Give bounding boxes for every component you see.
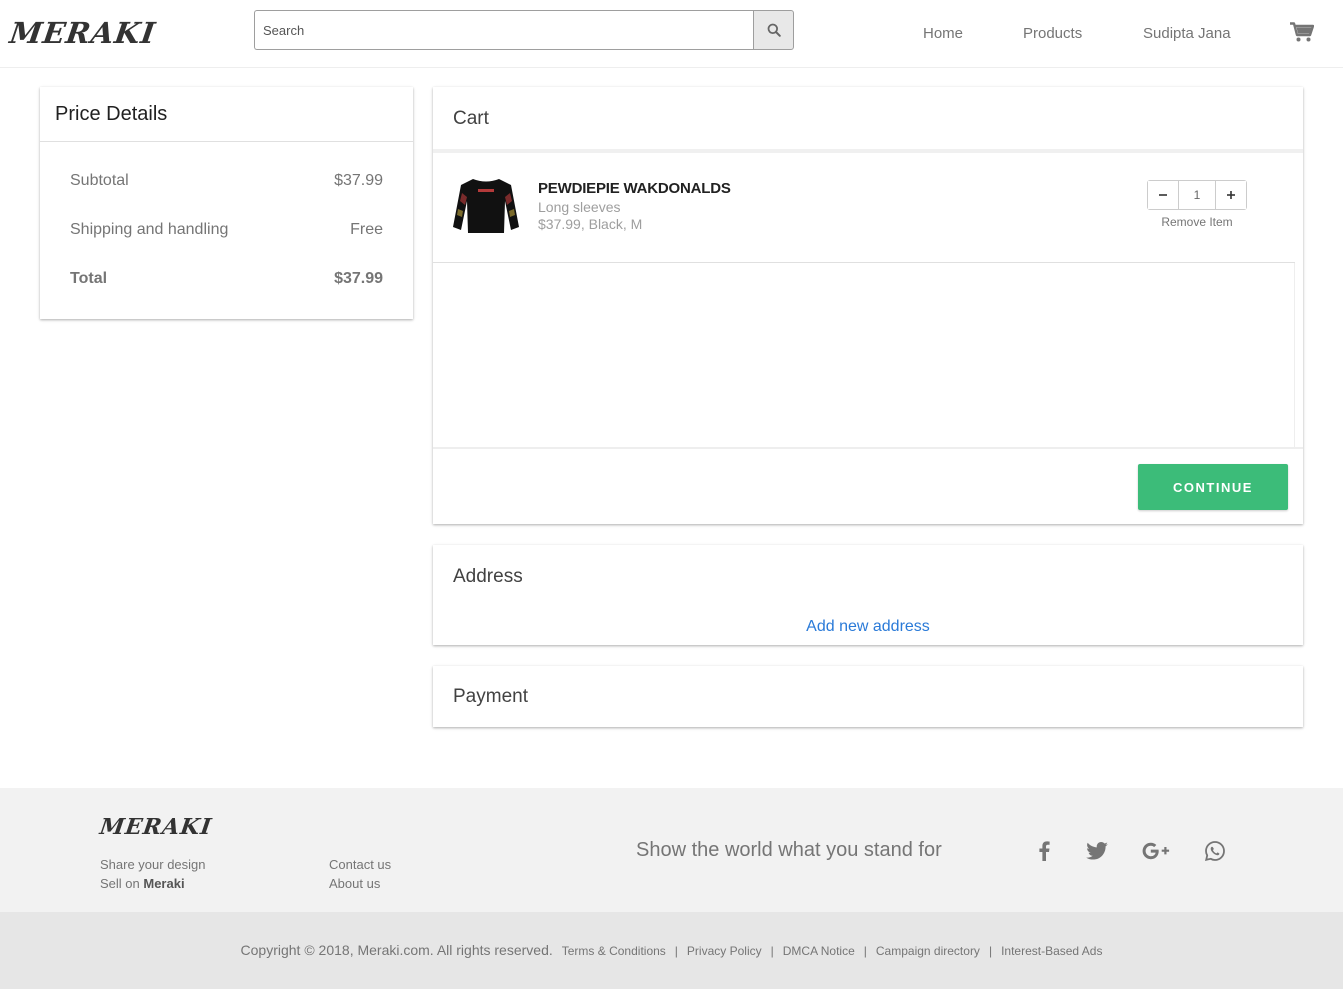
interest-based-ads-link[interactable]: Interest-Based Ads — [1001, 944, 1102, 958]
shipping-value: Free — [350, 221, 383, 238]
search-icon — [767, 23, 781, 37]
google-plus-icon[interactable] — [1141, 838, 1171, 864]
address-title: Address — [453, 566, 523, 587]
about-us-link[interactable]: About us — [329, 876, 380, 891]
dmca-notice-link[interactable]: DMCA Notice — [783, 944, 855, 958]
copyright-text: Copyright © 2018, Meraki.com. All rights… — [240, 942, 553, 958]
total-label: Total — [70, 270, 108, 287]
nav-user-link[interactable]: Sudipta Jana — [1143, 25, 1231, 42]
payment-title: Payment — [453, 686, 528, 707]
quantity-stepper: 1 — [1147, 180, 1247, 210]
link-separator: | — [674, 944, 678, 958]
search-button[interactable] — [753, 10, 794, 50]
quantity-value[interactable]: 1 — [1178, 181, 1216, 209]
plus-icon — [1227, 191, 1235, 199]
subtotal-value: $37.99 — [334, 172, 383, 189]
price-details-card: Price Details Subtotal $37.99 Shipping a… — [40, 87, 413, 319]
price-details-title: Price Details — [40, 87, 413, 142]
subtotal-label: Subtotal — [70, 172, 129, 189]
total-row: Total $37.99 — [70, 270, 383, 288]
address-card: Address Add new address — [433, 545, 1303, 645]
cart-title: Cart — [453, 108, 489, 129]
link-separator: | — [770, 944, 774, 958]
minus-icon — [1159, 194, 1167, 196]
footer-legal-bar: Copyright © 2018, Meraki.com. All rights… — [0, 912, 1343, 989]
facebook-icon[interactable] — [1031, 838, 1057, 864]
top-navbar: MERAKI Home Products Sudipta Jana — [0, 0, 1343, 68]
product-variant: Long sleeves — [538, 199, 621, 215]
shipping-row: Shipping and handling Free — [70, 221, 383, 239]
payment-card[interactable]: Payment — [433, 666, 1303, 727]
contact-us-link[interactable]: Contact us — [329, 857, 391, 872]
twitter-icon[interactable] — [1084, 838, 1110, 864]
share-design-link[interactable]: Share your design — [100, 857, 206, 872]
terms-link[interactable]: Terms & Conditions — [562, 944, 666, 958]
footer-tagline: Show the world what you stand for — [636, 839, 942, 861]
product-thumbnail[interactable] — [451, 175, 521, 235]
sell-brand: Meraki — [143, 876, 185, 891]
cart-card: Cart PEWDIEPIE WAKDONALDS Long sleeves $… — [433, 87, 1303, 524]
privacy-policy-link[interactable]: Privacy Policy — [687, 944, 762, 958]
subtotal-row: Subtotal $37.99 — [70, 172, 383, 190]
footer: MERAKI Share your design Sell on Meraki … — [0, 788, 1343, 912]
cart-item-list-area — [433, 263, 1295, 447]
product-name[interactable]: PEWDIEPIE WAKDONALDS — [538, 180, 731, 197]
cart-icon[interactable] — [1290, 22, 1315, 47]
link-separator: | — [863, 944, 867, 958]
continue-button[interactable]: CONTINUE — [1138, 464, 1288, 510]
nav-products-link[interactable]: Products — [1023, 25, 1082, 42]
search-bar — [254, 10, 794, 50]
link-separator: | — [988, 944, 993, 958]
campaign-directory-link[interactable]: Campaign directory — [876, 944, 980, 958]
search-input[interactable] — [254, 10, 753, 50]
total-value: $37.99 — [334, 270, 383, 287]
legal-links-row: Copyright © 2018, Meraki.com. All rights… — [0, 942, 1343, 958]
whatsapp-icon[interactable] — [1202, 838, 1228, 864]
cart-item: PEWDIEPIE WAKDONALDS Long sleeves $37.99… — [433, 153, 1295, 263]
decrease-quantity-button[interactable] — [1148, 181, 1178, 209]
shipping-label: Shipping and handling — [70, 221, 229, 238]
remove-item-link[interactable]: Remove Item — [1147, 215, 1247, 229]
product-price-details: $37.99, Black, M — [538, 216, 643, 232]
increase-quantity-button[interactable] — [1216, 181, 1246, 209]
sell-on-meraki-link[interactable]: Sell on Meraki — [100, 876, 185, 891]
site-logo[interactable]: MERAKI — [8, 16, 158, 50]
footer-logo[interactable]: MERAKI — [98, 814, 214, 840]
add-new-address-link[interactable]: Add new address — [433, 618, 1303, 636]
nav-home-link[interactable]: Home — [923, 25, 963, 42]
sell-prefix: Sell on — [100, 876, 144, 891]
cart-footer-divider — [433, 447, 1303, 449]
